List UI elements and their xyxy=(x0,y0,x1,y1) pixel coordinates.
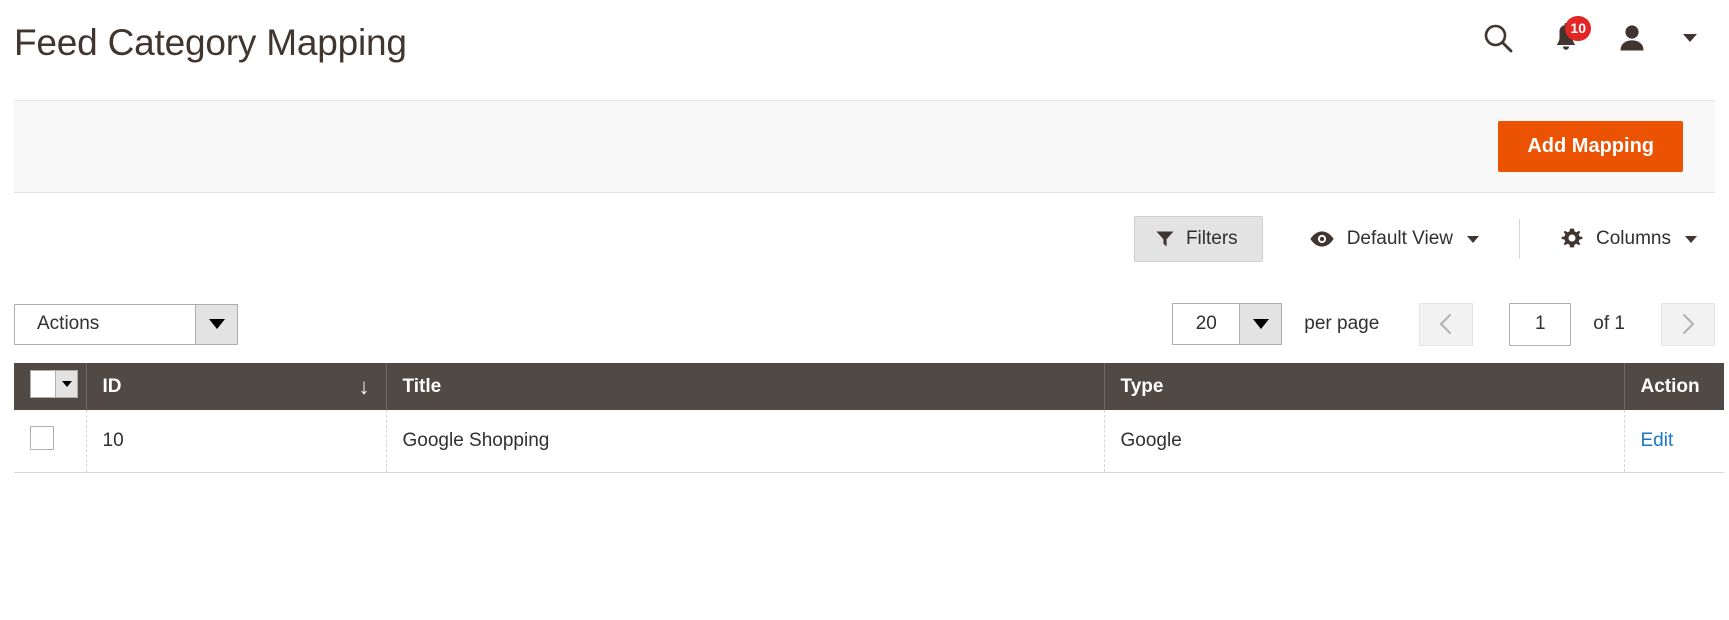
cell-action: Edit xyxy=(1624,410,1724,473)
columns-selector[interactable]: Columns xyxy=(1542,217,1715,261)
user-menu-button[interactable] xyxy=(1599,7,1665,69)
default-view-label: Default View xyxy=(1346,228,1454,249)
table-row[interactable]: 10 Google Shopping Google Edit xyxy=(14,410,1724,473)
search-icon xyxy=(1484,24,1513,53)
column-header-title[interactable]: Title xyxy=(386,363,1105,410)
edit-link[interactable]: Edit xyxy=(1641,430,1674,451)
data-grid-head: ID ↓ Title Type Action xyxy=(14,363,1724,410)
chevron-down-icon xyxy=(61,381,72,387)
notifications-button[interactable]: 10 xyxy=(1533,7,1599,69)
per-page-select[interactable]: 20 xyxy=(1172,303,1283,345)
columns-label: Columns xyxy=(1596,228,1671,249)
chevron-left-icon xyxy=(1440,313,1452,335)
chevron-right-icon xyxy=(1682,313,1695,335)
column-header-type-label: Type xyxy=(1120,375,1164,397)
data-grid: ID ↓ Title Type Action 10 Google Shoppin… xyxy=(14,363,1724,473)
admin-page: Feed Category Mapping 10 Add Mapping Fil… xyxy=(0,0,1729,620)
add-mapping-button[interactable]: Add Mapping xyxy=(1498,121,1683,172)
page-header: Feed Category Mapping 10 xyxy=(0,0,1729,80)
user-icon xyxy=(1620,25,1644,51)
column-header-action-label: Action xyxy=(1640,375,1700,397)
header-tools: 10 xyxy=(1463,0,1715,76)
column-header-select-all xyxy=(14,363,87,410)
chevron-down-icon xyxy=(208,319,225,329)
column-header-type[interactable]: Type xyxy=(1104,363,1625,410)
gear-icon xyxy=(1561,228,1583,248)
page-actions-bar: Add Mapping xyxy=(14,100,1715,193)
user-menu-caret-button[interactable] xyxy=(1665,7,1715,69)
filters-button[interactable]: Filters xyxy=(1133,216,1263,262)
header-row: ID ↓ Title Type Action xyxy=(14,363,1724,410)
cell-type: Google xyxy=(1104,410,1625,473)
previous-page-button[interactable] xyxy=(1419,302,1474,346)
mass-actions-select[interactable]: Actions xyxy=(14,303,238,345)
chevron-down-icon xyxy=(1252,319,1269,329)
per-page-label: per page xyxy=(1304,313,1380,334)
row-checkbox[interactable] xyxy=(30,425,54,450)
search-button[interactable] xyxy=(1463,7,1533,69)
default-view-selector[interactable]: Default View xyxy=(1291,218,1497,260)
select-all-control[interactable] xyxy=(30,370,78,398)
cell-id: 10 xyxy=(86,410,387,473)
mass-actions-label: Actions xyxy=(37,313,100,334)
data-grid-body: 10 Google Shopping Google Edit xyxy=(14,410,1724,473)
chevron-down-icon xyxy=(1683,34,1697,42)
column-header-id-label: ID xyxy=(102,375,122,397)
grid-controls: Actions 20 per page of 1 xyxy=(14,285,1715,363)
data-grid-wrapper: ID ↓ Title Type Action 10 Google Shoppin… xyxy=(14,363,1724,473)
eye-icon xyxy=(1310,231,1334,247)
total-pages-label: of 1 xyxy=(1593,313,1625,334)
mass-actions-toggle[interactable] xyxy=(195,304,237,344)
select-all-checkbox[interactable] xyxy=(31,371,55,397)
sort-descending-icon: ↓ xyxy=(358,373,370,399)
cell-title: Google Shopping xyxy=(386,410,1105,473)
current-page-input[interactable] xyxy=(1509,302,1572,346)
per-page-toggle[interactable] xyxy=(1239,304,1282,344)
column-header-id[interactable]: ID ↓ xyxy=(86,363,387,410)
next-page-button[interactable] xyxy=(1661,302,1715,346)
filters-label: Filters xyxy=(1185,228,1238,249)
row-select-cell[interactable] xyxy=(14,410,87,473)
funnel-icon xyxy=(1156,231,1174,247)
column-header-action: Action xyxy=(1624,363,1724,410)
chevron-down-icon xyxy=(1467,235,1480,243)
column-header-title-label: Title xyxy=(402,375,442,397)
toolbar-divider xyxy=(1519,219,1521,259)
select-all-toggle[interactable] xyxy=(55,371,77,397)
grid-toolbar: Filters Default View Columns xyxy=(14,193,1715,285)
per-page-value: 20 xyxy=(1195,313,1217,334)
chevron-down-icon xyxy=(1685,235,1697,243)
notifications-badge: 10 xyxy=(1565,16,1591,41)
page-title: Feed Category Mapping xyxy=(14,21,407,63)
pagination: 20 per page of 1 xyxy=(1172,302,1715,346)
